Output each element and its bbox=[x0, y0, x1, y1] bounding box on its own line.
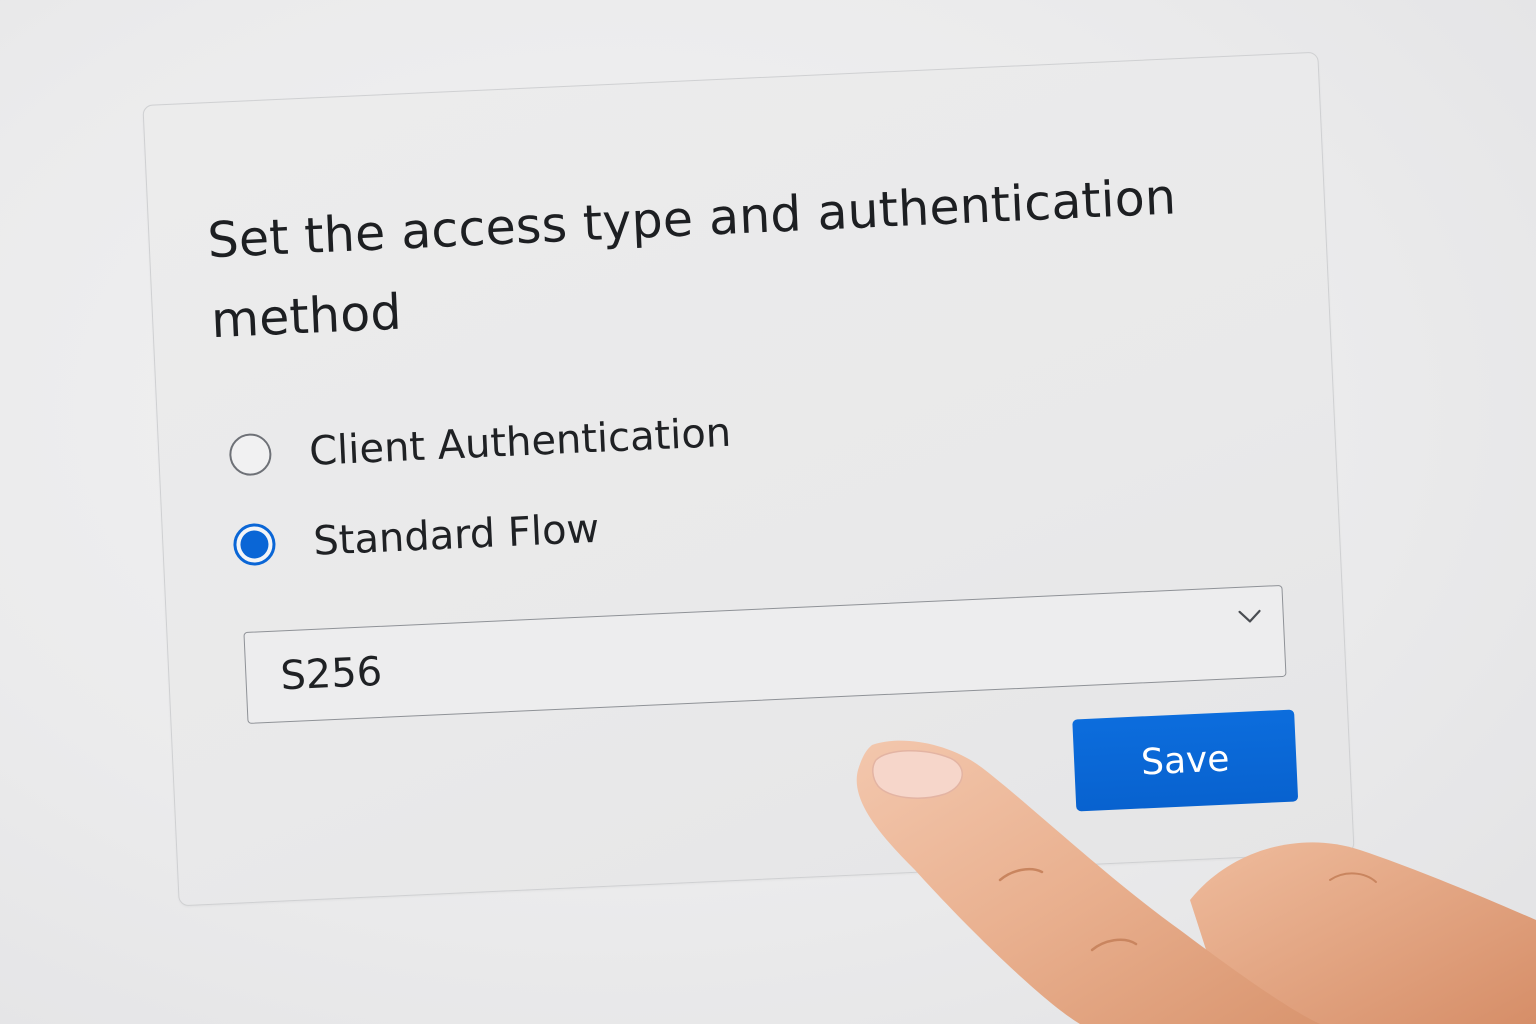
method-select[interactable]: S256 bbox=[243, 584, 1287, 724]
radio-label-client-authentication: Client Authentication bbox=[308, 409, 733, 475]
dialog-title: Set the access type and authentication m… bbox=[206, 168, 1178, 350]
chevron-down-icon bbox=[1238, 609, 1261, 623]
radio-button-unselected[interactable] bbox=[228, 432, 273, 477]
radio-option-client-authentication[interactable]: Client Authentication bbox=[228, 410, 732, 479]
radio-button-selected[interactable] bbox=[232, 522, 277, 567]
settings-card: Set the access type and authentication m… bbox=[142, 51, 1355, 907]
radio-selected-dot bbox=[239, 529, 270, 560]
photo-scene: Set the access type and authentication m… bbox=[0, 0, 1536, 1024]
radio-option-standard-flow[interactable]: Standard Flow bbox=[232, 506, 600, 569]
select-value: S256 bbox=[279, 648, 384, 700]
radio-label-standard-flow: Standard Flow bbox=[312, 505, 601, 565]
save-button[interactable]: Save bbox=[1072, 709, 1299, 812]
